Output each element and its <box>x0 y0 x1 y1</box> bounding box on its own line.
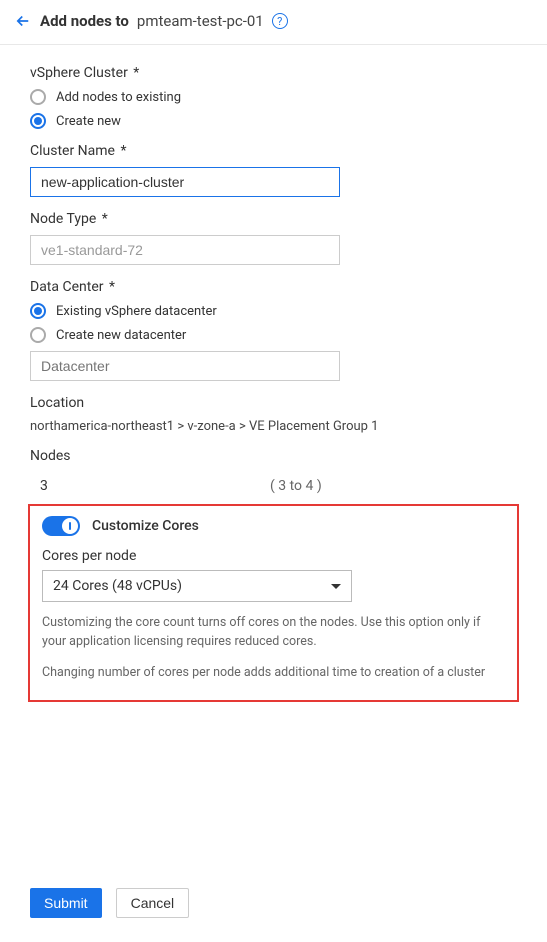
cancel-button[interactable]: Cancel <box>116 888 190 918</box>
customize-cores-toggle-label: Customize Cores <box>92 518 199 534</box>
radio-create-new[interactable]: Create new <box>30 113 517 129</box>
radio-icon <box>30 327 46 343</box>
cores-help-text-2: Changing number of cores per node adds a… <box>42 664 505 683</box>
nodes-value[interactable]: 3 <box>30 478 190 494</box>
location-value: northamerica-northeast1 > v-zone-a > VE … <box>30 419 517 434</box>
radio-icon <box>30 303 46 319</box>
cluster-name-label: Cluster Name * <box>30 143 517 159</box>
cluster-name-input[interactable] <box>30 167 340 197</box>
location-label: Location <box>30 395 517 411</box>
back-arrow-icon[interactable] <box>14 12 32 30</box>
add-nodes-form: vSphere Cluster * Add nodes to existing … <box>0 45 547 702</box>
form-footer: Submit Cancel <box>0 872 547 942</box>
nodes-range: ( 3 to 4 ) <box>270 478 322 494</box>
node-type-label: Node Type * <box>30 211 517 227</box>
nodes-label: Nodes <box>30 448 517 464</box>
customize-cores-toggle-row: Customize Cores <box>42 516 505 536</box>
cores-per-node-select[interactable]: 24 Cores (48 vCPUs) <box>42 570 352 602</box>
submit-button[interactable]: Submit <box>30 888 102 918</box>
customize-cores-section: Customize Cores Cores per node 24 Cores … <box>28 504 519 702</box>
cores-per-node-value: 24 Cores (48 vCPUs) <box>53 578 182 594</box>
radio-create-new-datacenter[interactable]: Create new datacenter <box>30 327 517 343</box>
radio-icon <box>30 89 46 105</box>
nodes-row: 3 ( 3 to 4 ) <box>30 472 517 500</box>
toggle-knob-icon <box>62 518 78 534</box>
page-title-target: pmteam-test-pc-01 <box>137 12 264 30</box>
radio-add-to-existing[interactable]: Add nodes to existing <box>30 89 517 105</box>
page-header: Add nodes to pmteam-test-pc-01 ? <box>0 0 547 45</box>
data-center-label: Data Center * <box>30 279 517 295</box>
help-icon[interactable]: ? <box>272 13 288 29</box>
node-type-input <box>30 235 340 265</box>
datacenter-input[interactable] <box>30 351 340 381</box>
customize-cores-toggle[interactable] <box>42 516 80 536</box>
vsphere-cluster-label: vSphere Cluster * <box>30 65 517 81</box>
radio-icon <box>30 113 46 129</box>
cores-help-text-1: Customizing the core count turns off cor… <box>42 614 505 652</box>
radio-existing-datacenter[interactable]: Existing vSphere datacenter <box>30 303 517 319</box>
chevron-down-icon <box>331 584 341 589</box>
cores-per-node-label: Cores per node <box>42 548 505 564</box>
page-title-prefix: Add nodes to <box>40 12 129 30</box>
